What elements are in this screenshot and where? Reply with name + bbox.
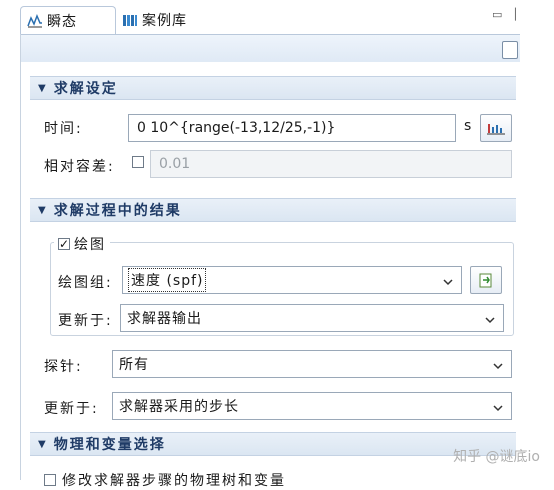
window-control-icon[interactable]: │ xyxy=(512,8,519,21)
plot-group-refresh-button[interactable] xyxy=(470,266,502,294)
chevron-down-icon xyxy=(493,359,503,370)
tab-case-library-label: 案例库 xyxy=(142,13,187,29)
refresh-icon xyxy=(477,271,495,289)
update-at-value-2: 求解器采用的步长 xyxy=(119,399,239,415)
time-unit: s xyxy=(464,118,474,134)
update-at-select-2[interactable]: 求解器采用的步长 xyxy=(112,392,512,420)
watermark: 知乎 @谜底io xyxy=(453,449,540,465)
tab-transient-label: 瞬态 xyxy=(47,13,77,30)
library-icon xyxy=(122,13,138,27)
plot-checkbox-row: ✓ 绘图 xyxy=(54,234,110,254)
toolbar-action-icon[interactable] xyxy=(502,41,518,59)
minimize-icon[interactable]: ▭ xyxy=(492,8,502,21)
collapse-triangle-icon: ▼ xyxy=(38,82,46,94)
chevron-down-icon xyxy=(485,313,495,324)
section-title: 求解过程中的结果 xyxy=(53,203,182,219)
time-input[interactable]: 0 10^{range(-13,12/25,-1)} xyxy=(128,114,456,142)
toolbar xyxy=(20,34,520,63)
probe-label: 探针: xyxy=(44,359,83,375)
range-icon xyxy=(486,120,506,136)
tab-transient[interactable]: 瞬态 xyxy=(20,6,116,34)
plot-group-label: 绘图组: xyxy=(58,275,113,291)
update-at-select-1[interactable]: 求解器输出 xyxy=(120,304,504,332)
probe-value: 所有 xyxy=(119,357,149,373)
plot-checkbox[interactable]: ✓ xyxy=(58,238,70,250)
chevron-down-icon xyxy=(443,275,453,286)
section-header-results-during-solve[interactable]: ▼ 求解过程中的结果 xyxy=(30,198,516,222)
plot-checkbox-label: 绘图 xyxy=(74,237,106,253)
section-header-physics-variables[interactable]: ▼ 物理和变量选择 xyxy=(30,432,516,456)
plot-group-value: 速度 (spf) xyxy=(127,268,207,292)
tab-case-library[interactable]: 案例库 xyxy=(116,6,234,34)
range-button[interactable] xyxy=(480,114,512,142)
collapse-triangle-icon: ▼ xyxy=(38,204,46,216)
update-at-value-1: 求解器输出 xyxy=(127,311,202,327)
section-title: 物理和变量选择 xyxy=(53,437,166,453)
modify-physics-row: 修改求解器步骤的物理树和变量 xyxy=(44,470,286,490)
modify-physics-checkbox[interactable] xyxy=(44,474,56,486)
plot-group-select[interactable]: 速度 (spf) xyxy=(122,266,462,294)
update-at-label-1: 更新于: xyxy=(58,313,113,329)
relative-tolerance-checkbox[interactable] xyxy=(132,156,144,168)
panel-border xyxy=(20,34,21,480)
modify-physics-label: 修改求解器步骤的物理树和变量 xyxy=(62,473,286,489)
chevron-down-icon xyxy=(493,401,503,412)
update-at-label-2: 更新于: xyxy=(44,401,99,417)
relative-tolerance-input[interactable]: 0.01 xyxy=(150,150,512,178)
collapse-triangle-icon: ▼ xyxy=(38,438,46,450)
probe-select[interactable]: 所有 xyxy=(112,350,512,378)
section-header-solver-settings[interactable]: ▼ 求解设定 xyxy=(30,76,516,100)
time-label: 时间: xyxy=(44,121,83,137)
relative-tolerance-label: 相对容差: xyxy=(44,159,115,175)
chart-icon xyxy=(27,13,43,28)
section-title: 求解设定 xyxy=(53,81,118,97)
